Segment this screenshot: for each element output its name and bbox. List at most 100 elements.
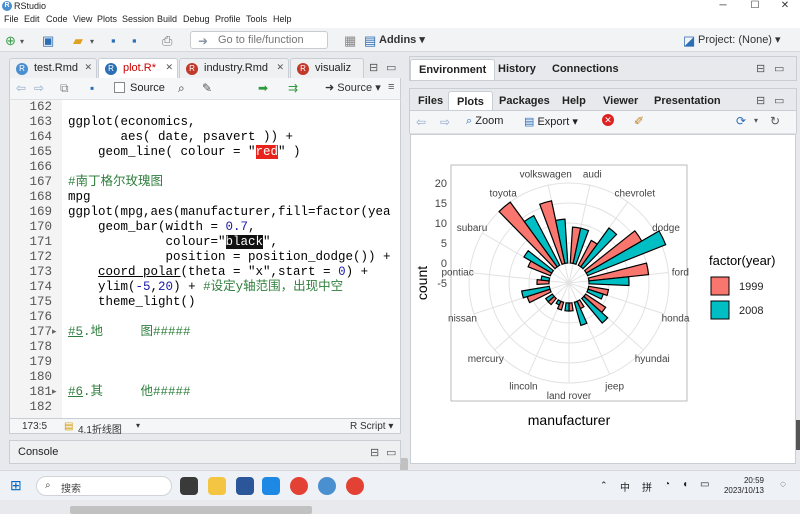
tab-environment[interactable]: Environment [410,59,496,80]
wifi-icon[interactable]: ◔ [664,479,670,490]
maximize-pane-icon[interactable]: ▭ [386,61,396,74]
chevron-down-icon[interactable]: ▾ [90,37,94,46]
minimize-button[interactable]: ─ [708,0,738,12]
source-button[interactable]: ➜ Source ▾ [325,81,381,94]
magic-wand-icon[interactable]: ✎ [202,81,212,95]
horizontal-scrollbar[interactable] [70,506,312,514]
restore-pane-icon[interactable]: ⊟ [369,61,378,74]
file-type-label[interactable]: R Script ▾ [350,421,393,432]
close-tab-icon[interactable]: ✕ [165,62,173,73]
notification-icon[interactable]: ◌ [780,479,786,490]
code-line[interactable]: position = position_dodge()) + [68,250,391,265]
new-file-icon[interactable]: ⊕ [5,33,16,49]
back-arrow-icon[interactable]: ⇦ [16,81,26,95]
maximize-pane-icon[interactable]: ▭ [774,62,784,75]
grid-layout-icon[interactable]: ▦ [344,33,356,49]
rstudio-icon[interactable] [318,477,336,495]
tab-plots[interactable]: Plots [448,91,493,112]
app-icon[interactable] [236,477,254,495]
window-scrollbar[interactable] [796,420,800,450]
save-all-icon[interactable]: ▪ [132,33,137,48]
print-icon[interactable]: ⎙ [162,33,172,49]
code-editor[interactable]: 162 163 ggplot(economics, 164 aes( date, ps… [9,100,408,514]
windows-start-icon[interactable]: ⊞ [10,477,22,494]
menu-debug[interactable]: Debug [183,14,210,24]
maximize-button[interactable]: ☐ [740,0,770,12]
source-on-save-checkbox[interactable] [114,82,125,93]
menu-profile[interactable]: Profile [215,14,241,24]
console-pane[interactable]: Console ⊟ ▭ [9,440,401,464]
refresh-icon[interactable]: ↻ [770,114,780,128]
close-tab-icon[interactable]: ✕ [84,62,92,73]
tab-viewer[interactable]: Viewer [595,91,646,111]
chevron-up-icon[interactable]: ⌃ [600,480,608,491]
volume-icon[interactable]: ◖ [682,479,688,490]
code-line[interactable]: ggplot(mpg,aes(manufacturer,fill=factor(… [68,205,391,220]
tab-presentation[interactable]: Presentation [646,91,729,111]
remove-plot-icon[interactable]: ✕ [602,114,614,126]
tab-history[interactable]: History [490,59,544,79]
project-menu[interactable]: Project: (None) ▾ [698,33,781,46]
save-icon[interactable]: ▪ [111,33,116,48]
menu-build[interactable]: Build [157,14,177,24]
taskbar-search[interactable]: ⌕ 搜索 [36,476,172,496]
chrome-icon[interactable] [290,477,308,495]
tab-help[interactable]: Help [554,91,594,111]
next-plot-icon[interactable]: ⇨ [440,115,450,129]
code-line[interactable]: colour="black", [68,235,278,250]
task-view-icon[interactable] [180,477,198,495]
restore-pane-icon[interactable]: ⊟ [370,446,379,459]
chrome-icon[interactable] [346,477,364,495]
chevron-down-icon[interactable]: ▾ [754,116,758,125]
section-label[interactable]: 4.1折线图 [78,421,122,436]
fold-arrow-icon[interactable]: ▸ [52,387,57,397]
code-line[interactable]: mpg [68,190,91,205]
code-line[interactable]: #南丁格尔玫瑰图 [68,175,163,190]
menu-session[interactable]: Session [122,14,154,24]
broom-icon[interactable]: ✐ [634,114,644,128]
rerun-icon[interactable]: ⇉ [288,81,298,95]
tab-files[interactable]: Files [410,91,451,111]
tab-test-rmd[interactable]: R test.Rmd ✕ [9,58,97,78]
code-line[interactable]: ylim(-5,20) + #设定y轴范围，出现中空 [68,280,343,295]
vscode-icon[interactable] [262,477,280,495]
tab-plot-r[interactable]: R plot.R* ✕ [98,58,178,78]
menu-code[interactable]: Code [46,14,68,24]
new-project-icon[interactable]: ▣ [42,33,54,49]
menu-tools[interactable]: Tools [246,14,267,24]
menu-help[interactable]: Help [273,14,292,24]
code-line[interactable]: #6.其 他##### [68,385,191,400]
tab-visualiz[interactable]: R visualiz [290,58,364,78]
code-line[interactable]: geom_bar(width = 0.7, [68,220,256,235]
menu-view[interactable]: View [73,14,92,24]
previous-plot-icon[interactable]: ⇦ [416,115,426,129]
menu-edit[interactable]: Edit [24,14,40,24]
menu-file[interactable]: File [4,14,19,24]
outline-icon[interactable]: ≡ [388,81,394,93]
show-in-window-icon[interactable]: ⧉ [60,81,69,96]
tab-industry-rmd[interactable]: R industry.Rmd ✕ [179,58,289,78]
close-tab-icon[interactable]: ✕ [276,62,284,73]
publish-icon[interactable]: ⟳ [736,114,746,128]
clock[interactable]: 20:59 2023/10/13 [724,476,764,496]
chevron-down-icon[interactable]: ▾ [20,37,24,46]
ime-pinyin-icon[interactable]: 拼 [642,479,652,494]
search-icon[interactable]: ⌕ [178,81,185,96]
battery-icon[interactable]: ▭ [700,479,709,490]
ime-mode-icon[interactable]: 中 [620,479,630,494]
forward-arrow-icon[interactable]: ⇨ [34,81,44,95]
file-explorer-icon[interactable] [208,477,226,495]
code-line[interactable]: theme_light() [68,295,196,310]
export-button[interactable]: ▤ Export ▾ [524,115,578,128]
fold-arrow-icon[interactable]: ▸ [52,327,57,337]
restore-pane-icon[interactable]: ⊟ [756,94,765,107]
code-line[interactable]: ggplot(economics, [68,115,196,130]
code-line[interactable]: geom_line( colour = "red" ) [68,145,301,160]
maximize-pane-icon[interactable]: ▭ [386,446,396,459]
restore-pane-icon[interactable]: ⊟ [756,62,765,75]
tab-packages[interactable]: Packages [491,91,558,111]
save-icon[interactable]: ▪ [90,81,94,95]
code-line[interactable]: coord_polar(theta = "x",start = 0) + [68,265,368,280]
zoom-button[interactable]: ⌕ Zoom [466,115,503,128]
goto-file-input[interactable]: ➜ Go to file/function [190,31,328,49]
